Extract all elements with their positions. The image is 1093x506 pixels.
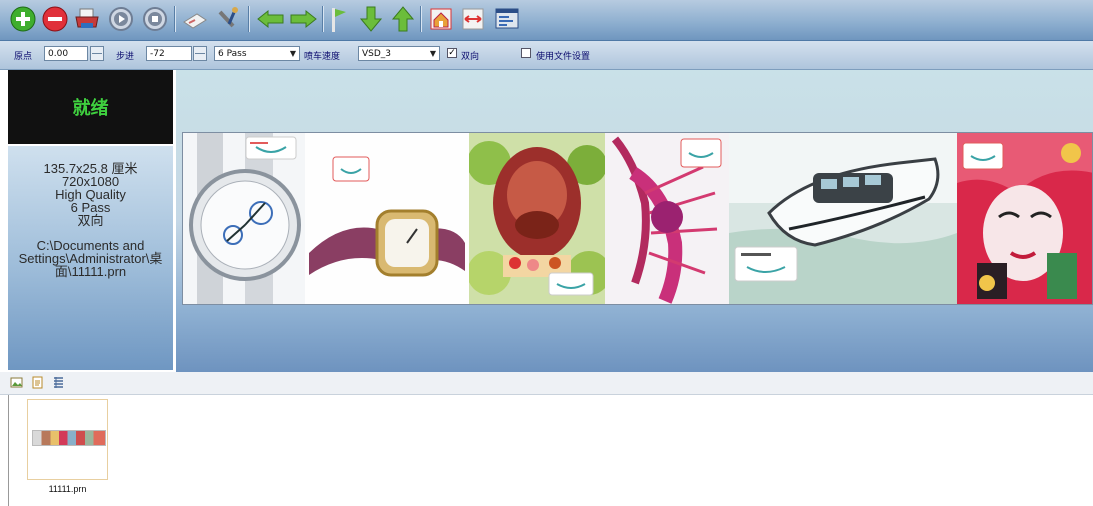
step-label: 步进 [116,52,135,62]
home-icon[interactable] [426,4,456,34]
print-icon[interactable] [72,4,102,34]
status-text: 就绪 [72,98,109,119]
stop-icon[interactable] [140,4,170,34]
print-parameters-bar: 原点 0.00 步进 -72 6 Pass ▼ 喷车速度 VSD_3 ▼ ✓ 双… [0,41,1093,70]
clean-icon[interactable] [180,4,210,34]
remove-icon[interactable] [40,4,70,34]
bidirectional-label: 双向 [461,52,480,62]
arrow-down-icon[interactable] [356,4,386,34]
main-toolbar [0,0,1093,41]
play-icon[interactable] [106,4,136,34]
opera-mask-image [957,133,1092,304]
flag-icon[interactable] [324,4,354,34]
use-file-settings-checkbox[interactable] [521,48,531,58]
file-name[interactable]: 11111.prn [27,484,108,494]
list-view-icon[interactable] [52,376,65,389]
file-thumbnail[interactable] [27,399,108,480]
thumbnail-preview [32,430,106,446]
watch-image [305,133,469,304]
toolbar-separator [174,6,175,32]
speedboat-image [729,133,957,304]
job-info-panel: 135.7x25.8 厘米 720x1080 High Quality 6 Pa… [8,146,173,370]
bidirectional-checkbox[interactable]: ✓ [447,48,457,58]
file-icon[interactable] [31,376,44,389]
add-icon[interactable] [8,4,38,34]
lobster-image [605,133,729,304]
print-preview-image[interactable] [182,132,1093,305]
arrow-up-icon[interactable] [388,4,418,34]
toolbar-separator [420,6,421,32]
job-path-line-3: 面\11111.prn [54,264,127,279]
arrow-right-icon[interactable] [288,4,318,34]
divider [8,395,9,506]
measure-icon[interactable] [458,4,488,34]
file-list-toolbar [0,372,1093,395]
status-indicator: 就绪 [8,70,173,144]
chevron-down-icon[interactable]: ▼ [427,46,439,61]
origin-label: 原点 [14,52,33,62]
toolbar-separator [322,6,323,32]
arrow-left-icon[interactable] [256,4,286,34]
step-spinner[interactable] [193,46,207,61]
job-direction: 双向 [77,213,104,228]
step-input[interactable]: -72 [146,46,192,61]
settings-icon[interactable] [492,4,522,34]
speed-label: 喷车速度 [304,52,341,62]
watch-image [183,133,305,304]
use-file-settings-label: 使用文件设置 [536,52,591,62]
origin-spinner[interactable] [90,46,104,61]
origin-input[interactable]: 0.00 [44,46,88,61]
toolbar-separator [248,6,249,32]
image-view-icon[interactable] [10,376,23,389]
lobster-dish-image [469,133,605,304]
chevron-down-icon[interactable]: ▼ [287,46,299,61]
tools-icon[interactable] [214,4,244,34]
